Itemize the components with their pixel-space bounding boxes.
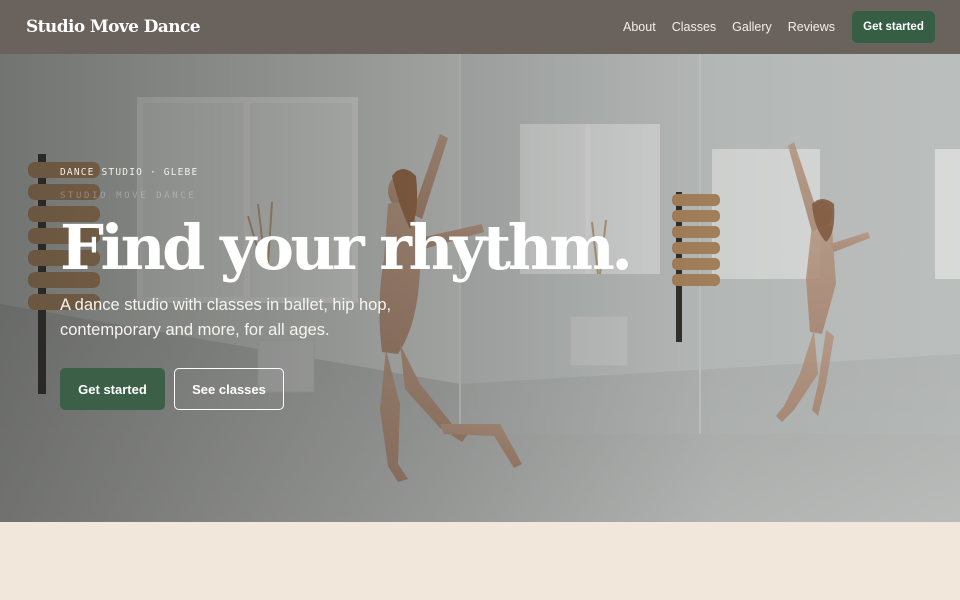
hero-section: DANCE STUDIO · GLEBE STUDIO MOVE DANCE F…: [0, 54, 960, 522]
hero-eyebrow: DANCE STUDIO · GLEBE: [60, 167, 199, 178]
lower-section: [0, 522, 960, 600]
nav-link-gallery[interactable]: Gallery: [732, 20, 772, 34]
main-nav: About Classes Gallery Reviews Get starte…: [607, 11, 935, 43]
hero-get-started-button[interactable]: Get started: [60, 368, 165, 410]
header-get-started-button[interactable]: Get started: [852, 11, 935, 43]
nav-link-classes[interactable]: Classes: [672, 20, 716, 34]
hero-cta-row: Get started See classes: [60, 368, 680, 410]
brand-logo[interactable]: Studio Move Dance: [26, 17, 201, 37]
nav-link-reviews[interactable]: Reviews: [788, 20, 835, 34]
hero-headline: Find your rhythm.: [60, 211, 633, 284]
hero-eyebrow-sub: STUDIO MOVE DANCE: [60, 191, 197, 201]
site-header: Studio Move Dance About Classes Gallery …: [0, 0, 960, 54]
hero-see-classes-button[interactable]: See classes: [174, 368, 284, 410]
nav-link-about[interactable]: About: [623, 20, 656, 34]
hero-subcopy: A dance studio with classes in ballet, h…: [60, 296, 392, 339]
hero-content: DANCE STUDIO · GLEBE STUDIO MOVE DANCE F…: [60, 167, 680, 410]
